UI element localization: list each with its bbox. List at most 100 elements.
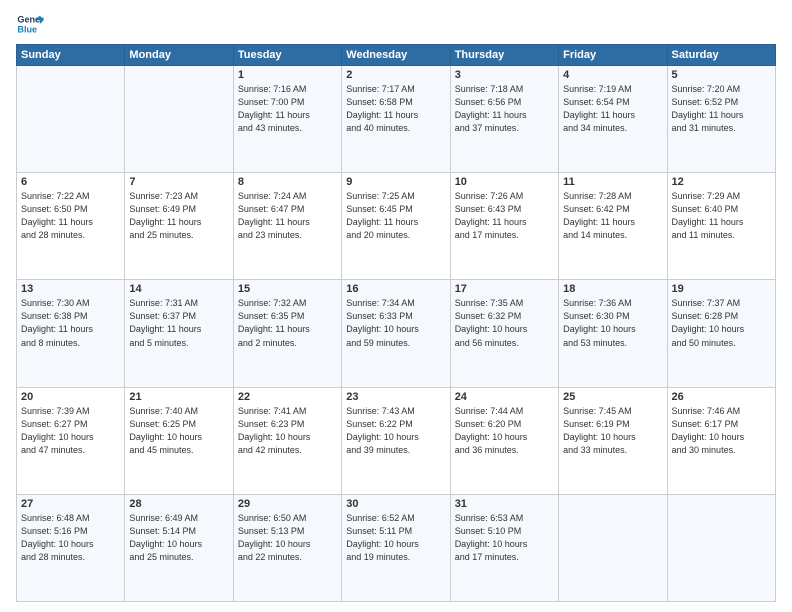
day-number: 12: [672, 176, 771, 188]
calendar-cell: 31 Sunrise: 6:53 AM Sunset: 5:10 PM Dayli…: [450, 494, 558, 601]
calendar-cell: [17, 66, 125, 173]
day-detail: Sunrise: 7:16 AM Sunset: 7:00 PM Dayligh…: [238, 83, 337, 135]
day-detail: Sunrise: 7:40 AM Sunset: 6:25 PM Dayligh…: [129, 405, 228, 457]
calendar-cell: 6 Sunrise: 7:22 AM Sunset: 6:50 PM Daylig…: [17, 173, 125, 280]
day-detail: Sunrise: 7:20 AM Sunset: 6:52 PM Dayligh…: [672, 83, 771, 135]
calendar-cell: 19 Sunrise: 7:37 AM Sunset: 6:28 PM Dayli…: [667, 280, 775, 387]
day-number: 21: [129, 391, 228, 403]
day-detail: Sunrise: 7:28 AM Sunset: 6:42 PM Dayligh…: [563, 190, 662, 242]
day-number: 30: [346, 498, 445, 510]
week-row-4: 20 Sunrise: 7:39 AM Sunset: 6:27 PM Dayli…: [17, 387, 776, 494]
calendar-table: SundayMondayTuesdayWednesdayThursdayFrid…: [16, 44, 776, 602]
day-number: 8: [238, 176, 337, 188]
calendar-cell: 1Sunrise: 7:16 AM Sunset: 7:00 PM Daylig…: [233, 66, 341, 173]
day-number: 4: [563, 69, 662, 81]
calendar-cell: 9 Sunrise: 7:25 AM Sunset: 6:45 PM Daylig…: [342, 173, 450, 280]
day-number: 3: [455, 69, 554, 81]
calendar-cell: 21 Sunrise: 7:40 AM Sunset: 6:25 PM Dayli…: [125, 387, 233, 494]
day-number: 6: [21, 176, 120, 188]
day-detail: Sunrise: 7:41 AM Sunset: 6:23 PM Dayligh…: [238, 405, 337, 457]
calendar-cell: 14Sunrise: 7:31 AM Sunset: 6:37 PM Dayli…: [125, 280, 233, 387]
logo-icon: General Blue: [16, 10, 44, 38]
week-row-1: 1Sunrise: 7:16 AM Sunset: 7:00 PM Daylig…: [17, 66, 776, 173]
calendar-cell: 18 Sunrise: 7:36 AM Sunset: 6:30 PM Dayli…: [559, 280, 667, 387]
day-number: 25: [563, 391, 662, 403]
day-number: 7: [129, 176, 228, 188]
day-number: 28: [129, 498, 228, 510]
day-number: 14: [129, 283, 228, 295]
day-detail: Sunrise: 7:44 AM Sunset: 6:20 PM Dayligh…: [455, 405, 554, 457]
calendar-cell: 17 Sunrise: 7:35 AM Sunset: 6:32 PM Dayli…: [450, 280, 558, 387]
day-detail: Sunrise: 7:18 AM Sunset: 6:56 PM Dayligh…: [455, 83, 554, 135]
calendar-cell: 15Sunrise: 7:32 AM Sunset: 6:35 PM Dayli…: [233, 280, 341, 387]
day-detail: Sunrise: 7:46 AM Sunset: 6:17 PM Dayligh…: [672, 405, 771, 457]
day-number: 24: [455, 391, 554, 403]
page-header: General Blue: [16, 10, 776, 38]
day-number: 29: [238, 498, 337, 510]
weekday-header-thursday: Thursday: [450, 45, 558, 66]
weekday-header-monday: Monday: [125, 45, 233, 66]
calendar-cell: 16Sunrise: 7:34 AM Sunset: 6:33 PM Dayli…: [342, 280, 450, 387]
day-detail: Sunrise: 7:17 AM Sunset: 6:58 PM Dayligh…: [346, 83, 445, 135]
week-row-2: 6 Sunrise: 7:22 AM Sunset: 6:50 PM Daylig…: [17, 173, 776, 280]
day-number: 13: [21, 283, 120, 295]
calendar-cell: 23 Sunrise: 7:43 AM Sunset: 6:22 PM Dayli…: [342, 387, 450, 494]
day-detail: Sunrise: 6:49 AM Sunset: 5:14 PM Dayligh…: [129, 512, 228, 564]
day-detail: Sunrise: 7:22 AM Sunset: 6:50 PM Dayligh…: [21, 190, 120, 242]
day-number: 18: [563, 283, 662, 295]
day-detail: Sunrise: 7:29 AM Sunset: 6:40 PM Dayligh…: [672, 190, 771, 242]
day-detail: Sunrise: 7:26 AM Sunset: 6:43 PM Dayligh…: [455, 190, 554, 242]
day-detail: Sunrise: 7:24 AM Sunset: 6:47 PM Dayligh…: [238, 190, 337, 242]
week-row-5: 27 Sunrise: 6:48 AM Sunset: 5:16 PM Dayli…: [17, 494, 776, 601]
day-number: 23: [346, 391, 445, 403]
day-detail: Sunrise: 6:50 AM Sunset: 5:13 PM Dayligh…: [238, 512, 337, 564]
day-detail: Sunrise: 7:36 AM Sunset: 6:30 PM Dayligh…: [563, 297, 662, 349]
day-number: 17: [455, 283, 554, 295]
day-number: 5: [672, 69, 771, 81]
calendar-cell: 20 Sunrise: 7:39 AM Sunset: 6:27 PM Dayli…: [17, 387, 125, 494]
weekday-header-saturday: Saturday: [667, 45, 775, 66]
calendar-cell: 27 Sunrise: 6:48 AM Sunset: 5:16 PM Dayli…: [17, 494, 125, 601]
day-detail: Sunrise: 7:19 AM Sunset: 6:54 PM Dayligh…: [563, 83, 662, 135]
day-number: 20: [21, 391, 120, 403]
logo: General Blue: [16, 10, 44, 38]
calendar-cell: [559, 494, 667, 601]
day-number: 15: [238, 283, 337, 295]
calendar-cell: 11Sunrise: 7:28 AM Sunset: 6:42 PM Dayli…: [559, 173, 667, 280]
day-number: 16: [346, 283, 445, 295]
calendar-cell: 13 Sunrise: 7:30 AM Sunset: 6:38 PM Dayli…: [17, 280, 125, 387]
calendar-cell: 28 Sunrise: 6:49 AM Sunset: 5:14 PM Dayli…: [125, 494, 233, 601]
calendar-cell: 29 Sunrise: 6:50 AM Sunset: 5:13 PM Dayli…: [233, 494, 341, 601]
calendar-cell: 7 Sunrise: 7:23 AM Sunset: 6:49 PM Daylig…: [125, 173, 233, 280]
day-number: 2: [346, 69, 445, 81]
calendar-cell: 25 Sunrise: 7:45 AM Sunset: 6:19 PM Dayli…: [559, 387, 667, 494]
day-number: 27: [21, 498, 120, 510]
weekday-header-friday: Friday: [559, 45, 667, 66]
day-detail: Sunrise: 7:45 AM Sunset: 6:19 PM Dayligh…: [563, 405, 662, 457]
calendar-cell: [667, 494, 775, 601]
calendar-cell: 2 Sunrise: 7:17 AM Sunset: 6:58 PM Daylig…: [342, 66, 450, 173]
calendar-cell: 30 Sunrise: 6:52 AM Sunset: 5:11 PM Dayli…: [342, 494, 450, 601]
day-detail: Sunrise: 6:48 AM Sunset: 5:16 PM Dayligh…: [21, 512, 120, 564]
day-detail: Sunrise: 7:30 AM Sunset: 6:38 PM Dayligh…: [21, 297, 120, 349]
svg-text:Blue: Blue: [17, 24, 37, 34]
calendar-cell: 26 Sunrise: 7:46 AM Sunset: 6:17 PM Dayli…: [667, 387, 775, 494]
calendar-cell: 5 Sunrise: 7:20 AM Sunset: 6:52 PM Daylig…: [667, 66, 775, 173]
weekday-header-row: SundayMondayTuesdayWednesdayThursdayFrid…: [17, 45, 776, 66]
day-detail: Sunrise: 7:35 AM Sunset: 6:32 PM Dayligh…: [455, 297, 554, 349]
day-detail: Sunrise: 7:37 AM Sunset: 6:28 PM Dayligh…: [672, 297, 771, 349]
calendar-cell: 3 Sunrise: 7:18 AM Sunset: 6:56 PM Daylig…: [450, 66, 558, 173]
day-detail: Sunrise: 6:52 AM Sunset: 5:11 PM Dayligh…: [346, 512, 445, 564]
day-detail: Sunrise: 7:23 AM Sunset: 6:49 PM Dayligh…: [129, 190, 228, 242]
day-number: 9: [346, 176, 445, 188]
day-detail: Sunrise: 7:25 AM Sunset: 6:45 PM Dayligh…: [346, 190, 445, 242]
day-detail: Sunrise: 7:43 AM Sunset: 6:22 PM Dayligh…: [346, 405, 445, 457]
day-number: 26: [672, 391, 771, 403]
day-number: 31: [455, 498, 554, 510]
day-detail: Sunrise: 7:39 AM Sunset: 6:27 PM Dayligh…: [21, 405, 120, 457]
week-row-3: 13 Sunrise: 7:30 AM Sunset: 6:38 PM Dayli…: [17, 280, 776, 387]
day-number: 10: [455, 176, 554, 188]
day-detail: Sunrise: 6:53 AM Sunset: 5:10 PM Dayligh…: [455, 512, 554, 564]
calendar-cell: 12 Sunrise: 7:29 AM Sunset: 6:40 PM Dayli…: [667, 173, 775, 280]
day-number: 19: [672, 283, 771, 295]
